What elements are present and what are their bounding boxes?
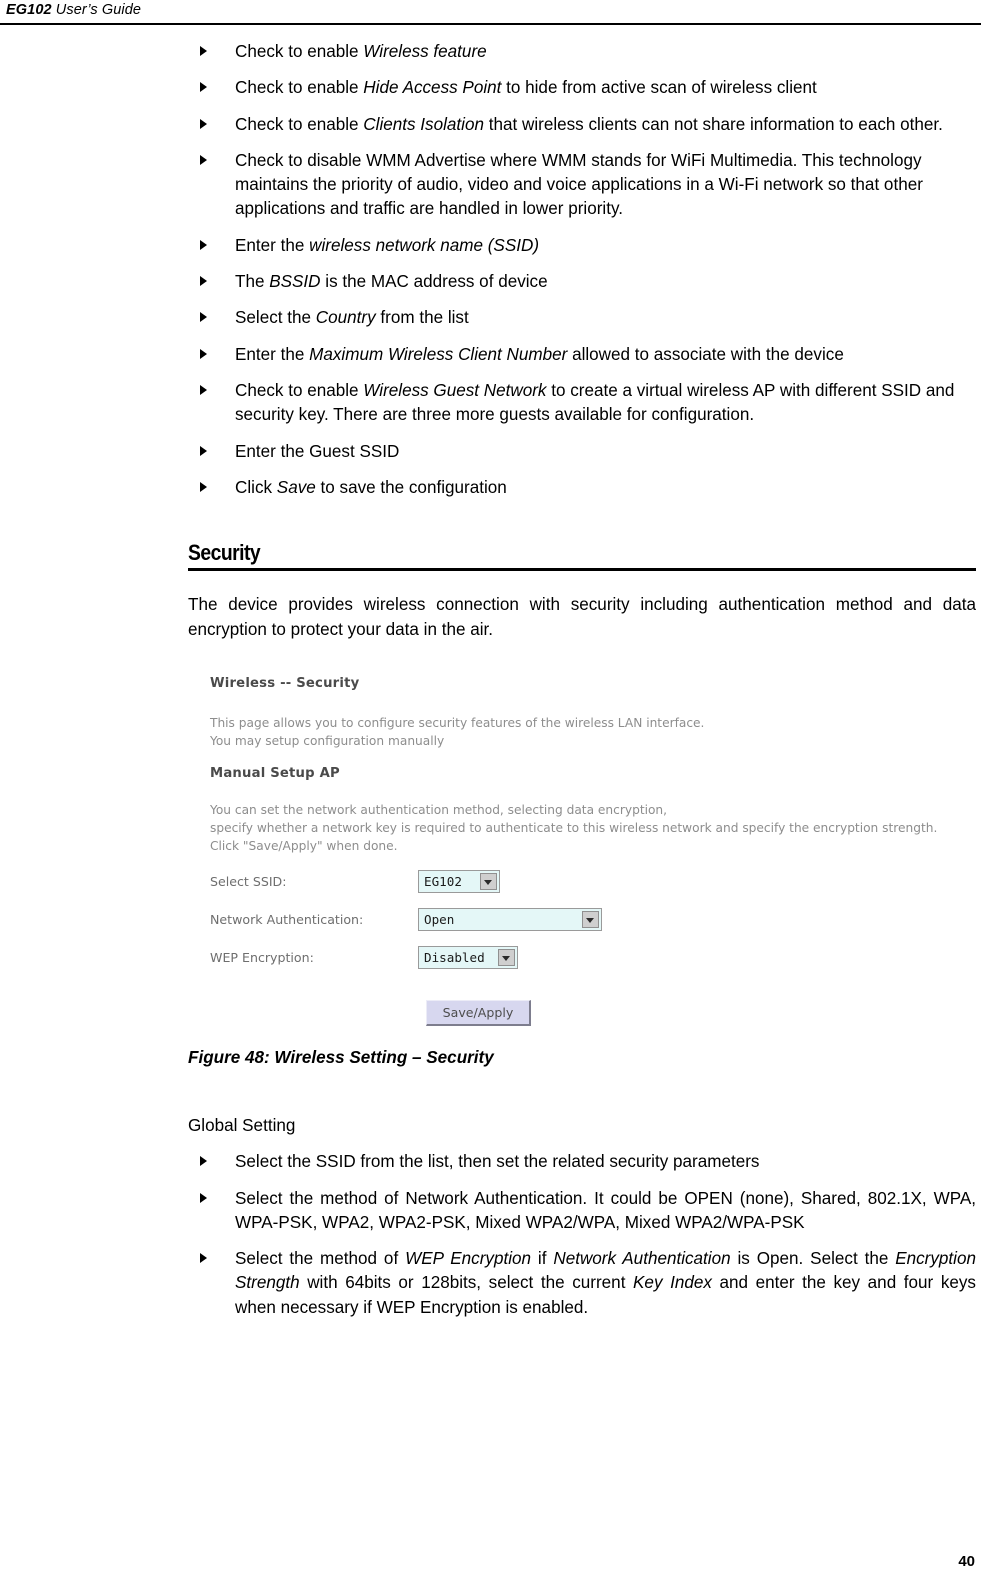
emphasis-text: Wireless feature bbox=[363, 42, 487, 61]
list-item-text: Check to disable WMM Advertise where WMM… bbox=[235, 150, 923, 219]
emphasis-text: Network Authentication bbox=[553, 1249, 731, 1269]
router-page-heading: Wireless -- Security bbox=[210, 675, 360, 691]
list-item-text: Enter the wireless network name (SSID) bbox=[235, 235, 540, 255]
emphasis-text: Save bbox=[276, 477, 316, 497]
header-guide-label: User’s Guide bbox=[51, 2, 142, 18]
manual-setup-ap-heading: Manual Setup AP bbox=[210, 765, 340, 781]
select-ssid-control: EG102 bbox=[418, 869, 500, 897]
emphasis-text: Maximum Wireless Client Number bbox=[309, 344, 568, 364]
list-item: Check to enable Wireless Guest Network t… bbox=[188, 379, 976, 428]
bullet-triangle-icon bbox=[200, 481, 207, 492]
chevron-down-icon[interactable] bbox=[498, 948, 515, 966]
bullet-triangle-icon bbox=[200, 348, 207, 359]
select-ssid-label: Select SSID: bbox=[210, 873, 287, 889]
bullet-triangle-icon bbox=[200, 46, 207, 56]
bullet-triangle-icon bbox=[200, 118, 207, 129]
list-item-text: The BSSID is the MAC address of device bbox=[235, 272, 548, 292]
figure-caption: Figure 48: Wireless Setting – Security bbox=[188, 1047, 494, 1067]
global-setting-bullet-list: Select the SSID from the list, then set … bbox=[188, 1150, 976, 1320]
global-setting-subheading: Global Setting bbox=[188, 1115, 296, 1135]
emphasis-text: wireless network name (SSID) bbox=[309, 235, 540, 255]
bullet-triangle-icon bbox=[200, 1253, 207, 1264]
save-apply-button[interactable]: Save/Apply bbox=[426, 999, 531, 1026]
list-item-text: Check to enable Hide Access Point to hid… bbox=[235, 78, 817, 98]
header-model: EG102 bbox=[6, 2, 52, 18]
bullet-triangle-icon bbox=[200, 1192, 207, 1203]
header-title: EG102 User’s Guide bbox=[6, 2, 141, 18]
list-item-text: Select the Country from the list bbox=[235, 308, 469, 328]
wep-encryption-label: WEP Encryption: bbox=[210, 949, 314, 965]
select-ssid-dropdown[interactable]: EG102 bbox=[418, 869, 500, 893]
list-item: Click Save to save the configuration bbox=[188, 476, 976, 500]
bullet-triangle-icon bbox=[200, 276, 207, 287]
emphasis-text: WEP Encryption bbox=[405, 1249, 532, 1269]
router-page-description-line-2: You may setup configuration manually bbox=[210, 733, 445, 748]
bullet-triangle-icon bbox=[200, 384, 207, 395]
bullet-triangle-icon bbox=[200, 154, 207, 165]
page-number: 40 bbox=[958, 1553, 975, 1570]
bullet-triangle-icon bbox=[200, 445, 207, 456]
figure-wireless-security-screenshot: Wireless -- Security This page allows yo… bbox=[188, 669, 976, 1030]
security-section-heading: Security bbox=[188, 540, 976, 572]
router-ui-panel: Wireless -- Security This page allows yo… bbox=[210, 670, 970, 1030]
list-item: Check to enable Clients Isolation that w… bbox=[188, 113, 976, 137]
router-page-description: This page allows you to configure securi… bbox=[210, 714, 704, 750]
list-item: Select the SSID from the list, then set … bbox=[188, 1150, 976, 1174]
list-item-text: Enter the Guest SSID bbox=[235, 441, 400, 461]
list-item: Select the Country from the list bbox=[188, 306, 976, 330]
list-item: Select the method of WEP Encryption if N… bbox=[188, 1247, 976, 1320]
list-item: Enter the wireless network name (SSID) bbox=[188, 234, 976, 258]
list-item: The BSSID is the MAC address of device bbox=[188, 270, 976, 294]
chevron-down-icon[interactable] bbox=[480, 872, 497, 890]
bullet-triangle-icon bbox=[200, 312, 207, 323]
list-item: Check to enable Hide Access Point to hid… bbox=[188, 76, 976, 100]
emphasis-text: Hide Access Point bbox=[363, 78, 502, 98]
select-ssid-value: EG102 bbox=[424, 873, 462, 889]
emphasis-text: Key Index bbox=[633, 1273, 712, 1293]
manual-setup-description-line-1: You can set the network authentication m… bbox=[210, 802, 668, 817]
emphasis-text: Clients Isolation bbox=[363, 114, 484, 134]
emphasis-text: Wireless Guest Network bbox=[363, 380, 547, 400]
emphasis-text: BSSID bbox=[269, 272, 321, 292]
network-authentication-control: Open bbox=[418, 907, 602, 935]
security-intro-paragraph: The device provides wireless connection … bbox=[188, 595, 976, 639]
list-item-text: Check to enable Wireless Guest Network t… bbox=[235, 380, 955, 425]
manual-setup-description-line-3: Click "Save/Apply" when done. bbox=[210, 838, 398, 853]
section-title-rule bbox=[188, 568, 976, 572]
network-authentication-value: Open bbox=[424, 911, 455, 927]
list-item-text: Select the method of WEP Encryption if N… bbox=[235, 1249, 976, 1317]
list-item: Enter the Maximum Wireless Client Number… bbox=[188, 343, 976, 367]
manual-setup-description-line-2: specify whether a network key is require… bbox=[210, 820, 938, 835]
wep-encryption-dropdown[interactable]: Disabled bbox=[418, 945, 518, 969]
bullet-triangle-icon bbox=[200, 239, 207, 250]
list-item-text: Select the method of Network Authenticat… bbox=[235, 1188, 976, 1232]
page-content: Check to enable Wireless feature Check to… bbox=[188, 40, 976, 1332]
wep-encryption-control: Disabled bbox=[418, 945, 518, 973]
header-divider bbox=[0, 23, 981, 25]
list-item: Check to enable Wireless feature bbox=[188, 40, 976, 64]
list-item-text: Enter the Maximum Wireless Client Number… bbox=[235, 344, 844, 364]
router-page-description-line-1: This page allows you to configure securi… bbox=[210, 715, 705, 730]
list-item-text: Check to enable Wireless feature bbox=[235, 42, 487, 61]
list-item-text: Check to enable Clients Isolation that w… bbox=[235, 114, 943, 134]
network-authentication-label: Network Authentication: bbox=[210, 911, 364, 927]
page-header: EG102 User’s Guide bbox=[0, 0, 981, 30]
document-page: EG102 User’s Guide Check to enable Wirel… bbox=[0, 0, 981, 1578]
bullet-triangle-icon bbox=[200, 1156, 207, 1167]
wep-encryption-value: Disabled bbox=[424, 949, 485, 965]
list-item-text: Click Save to save the configuration bbox=[235, 477, 507, 497]
network-authentication-dropdown[interactable]: Open bbox=[418, 907, 602, 931]
wireless-settings-bullet-list: Check to enable Wireless feature Check to… bbox=[188, 40, 976, 500]
list-item: Enter the Guest SSID bbox=[188, 440, 976, 464]
list-item: Select the method of Network Authenticat… bbox=[188, 1187, 976, 1236]
section-title: Security bbox=[188, 540, 261, 566]
bullet-triangle-icon bbox=[200, 82, 207, 93]
manual-setup-ap-description: You can set the network authentication m… bbox=[210, 801, 937, 855]
list-item: Check to disable WMM Advertise where WMM… bbox=[188, 149, 976, 222]
list-item-text: Select the SSID from the list, then set … bbox=[235, 1152, 760, 1172]
emphasis-text: Country bbox=[315, 308, 376, 328]
chevron-down-icon[interactable] bbox=[582, 910, 599, 928]
